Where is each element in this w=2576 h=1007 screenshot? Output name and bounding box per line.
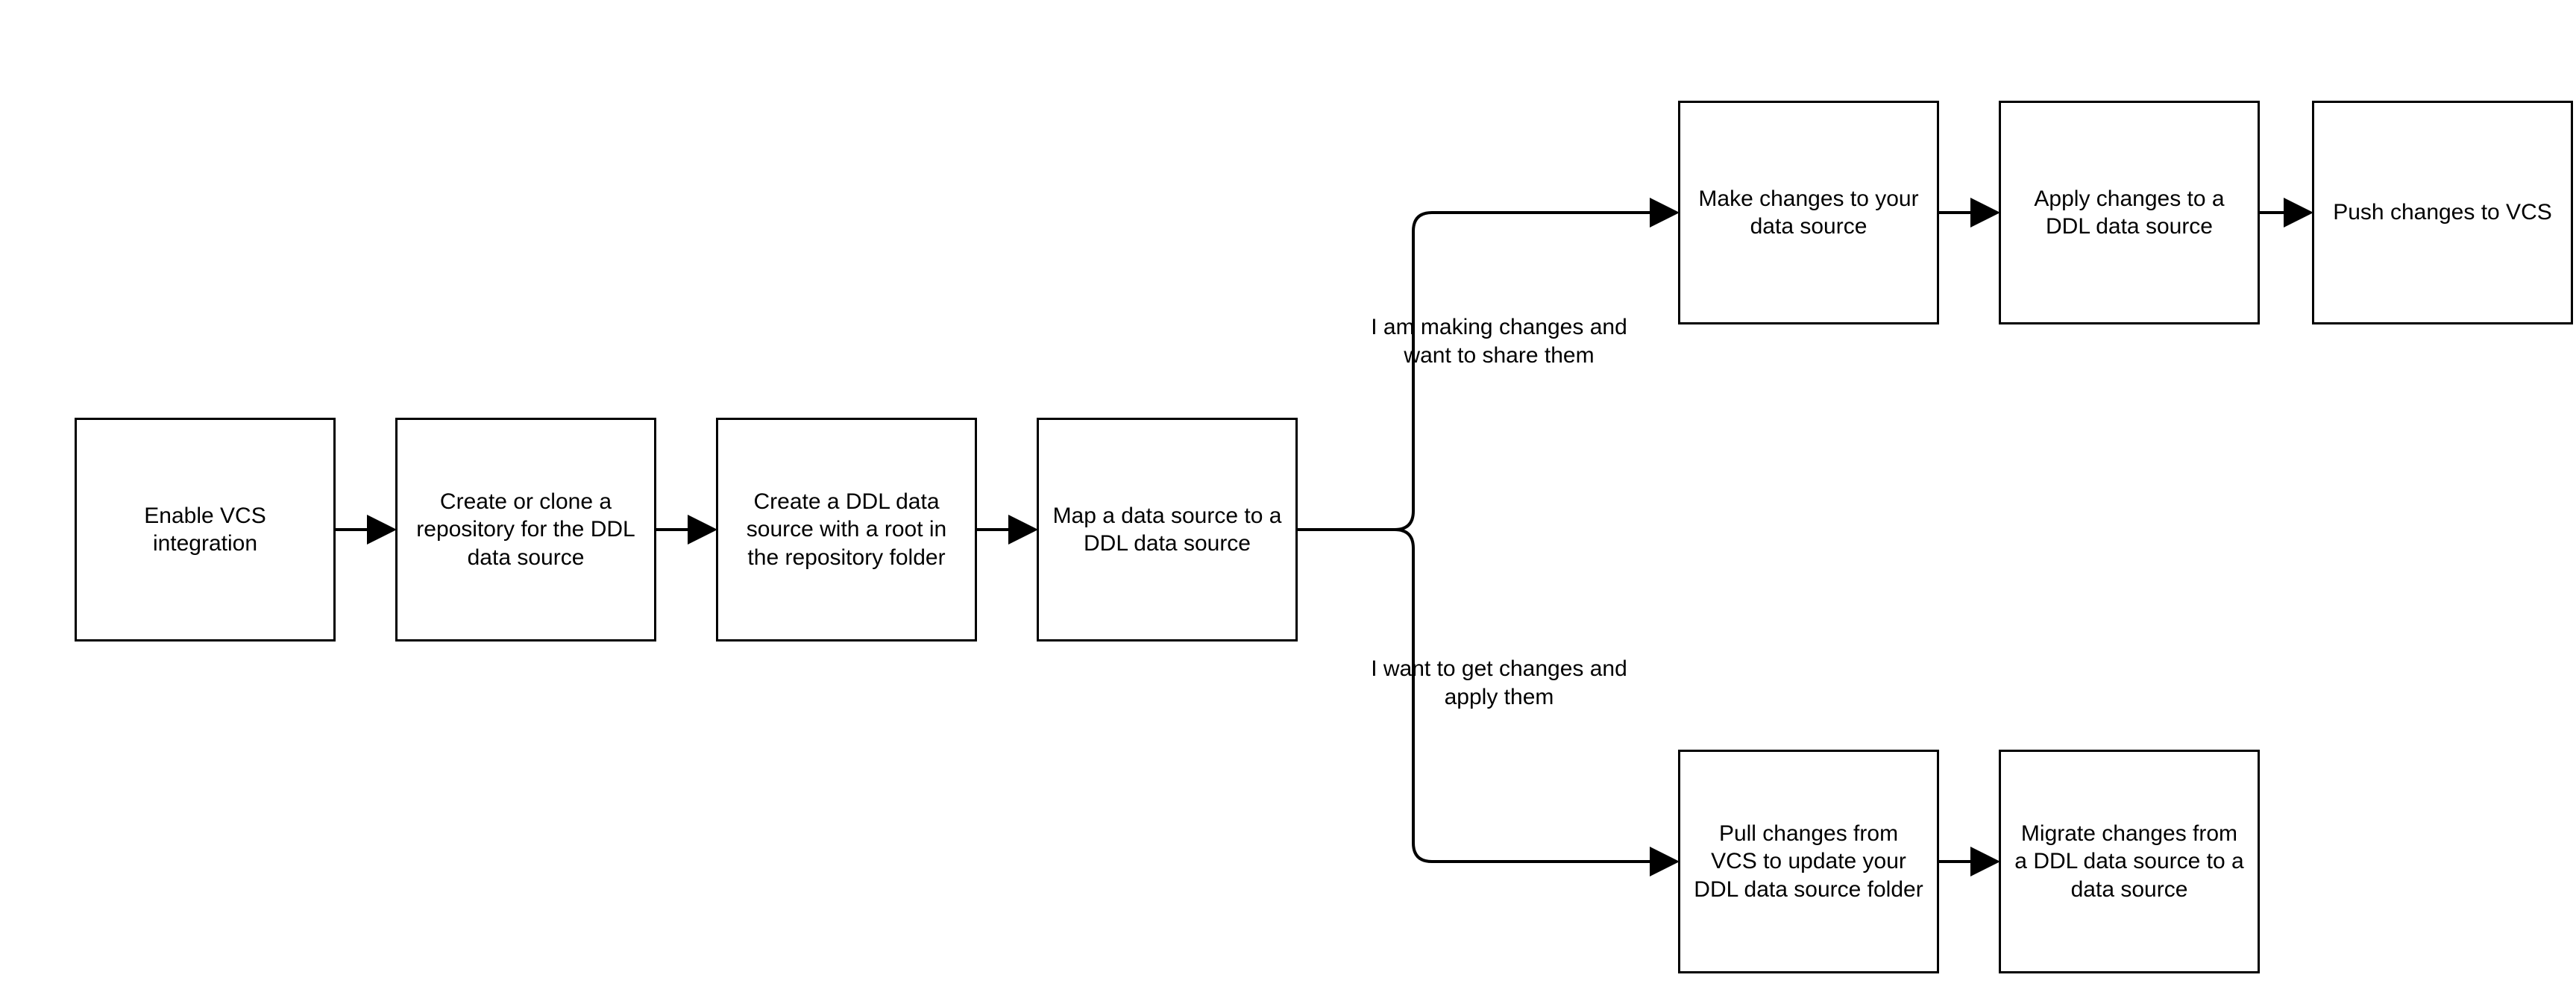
branch-label-bottom: I want to get changes and apply them — [1350, 655, 1648, 711]
node-apply-changes: Apply changes to a DDL data source — [1999, 101, 2260, 324]
branch-label-text: I want to get changes and apply them — [1371, 656, 1627, 709]
node-label: Map a data source to a DDL data source — [1052, 502, 1282, 558]
node-pull-changes: Pull changes from VCS to update your DDL… — [1678, 750, 1939, 973]
node-label: Pull changes from VCS to update your DDL… — [1694, 820, 1923, 904]
node-label: Migrate changes from a DDL data source t… — [2014, 820, 2244, 904]
node-label: Apply changes to a DDL data source — [2014, 185, 2244, 241]
flowchart-canvas: Enable VCS integration Create or clone a… — [0, 0, 2576, 1007]
node-label: Make changes to your data source — [1694, 185, 1923, 241]
node-create-ddl-ds: Create a DDL data source with a root in … — [716, 418, 977, 641]
branch-label-top: I am making changes and want to share th… — [1350, 313, 1648, 369]
node-push-changes: Push changes to VCS — [2312, 101, 2573, 324]
branch-top — [1395, 213, 1677, 530]
node-label: Create a DDL data source with a root in … — [732, 488, 961, 572]
node-make-changes: Make changes to your data source — [1678, 101, 1939, 324]
node-enable-vcs: Enable VCS integration — [75, 418, 336, 641]
node-label: Push changes to VCS — [2333, 198, 2552, 227]
node-migrate-changes: Migrate changes from a DDL data source t… — [1999, 750, 2260, 973]
branch-label-text: I am making changes and want to share th… — [1371, 315, 1627, 368]
node-label: Create or clone a repository for the DDL… — [411, 488, 641, 572]
node-map-ds: Map a data source to a DDL data source — [1037, 418, 1298, 641]
node-label: Enable VCS integration — [90, 502, 320, 558]
node-create-repo: Create or clone a repository for the DDL… — [395, 418, 656, 641]
